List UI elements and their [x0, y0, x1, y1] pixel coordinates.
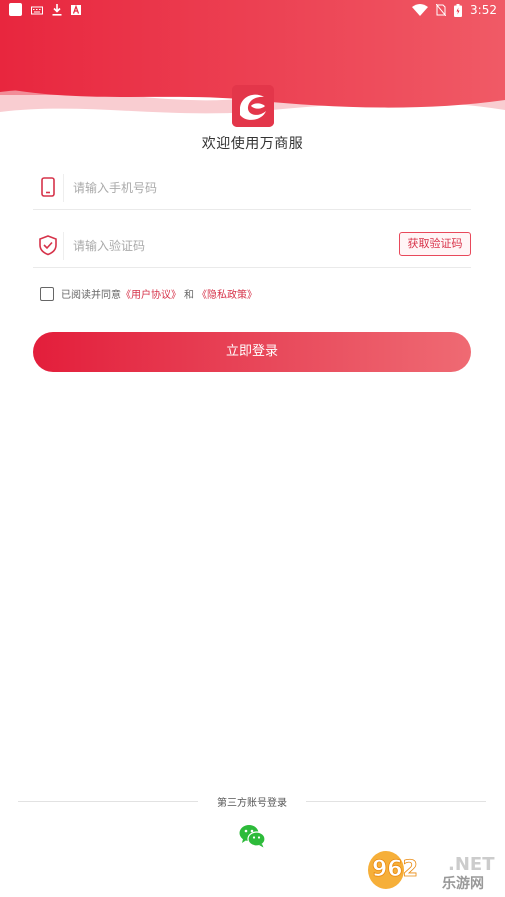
watermark-suffix: .NET: [448, 854, 495, 875]
keyboard-icon: [31, 6, 43, 14]
login-button[interactable]: 立即登录: [33, 332, 471, 372]
phone-input-row: [33, 168, 471, 210]
watermark-site-name: 乐游网: [442, 875, 484, 892]
agreement-row: 已阅读并同意 《用户协议》 和 《隐私政策》: [40, 286, 257, 301]
app-logo: [232, 85, 274, 127]
agreement-prefix: 已阅读并同意: [61, 290, 121, 301]
privacy-policy-link[interactable]: 《隐私政策》: [197, 286, 257, 301]
shield-check-icon: [39, 235, 57, 256]
phone-number-input[interactable]: [73, 174, 373, 202]
wechat-icon[interactable]: [239, 824, 266, 848]
divider-line-right: [306, 801, 486, 802]
watermark-number: 962: [372, 857, 418, 882]
phone-icon: [41, 177, 55, 197]
status-bar: 3:52: [0, 0, 505, 22]
site-watermark: 962 .NET 乐游网: [366, 848, 500, 893]
verification-code-input[interactable]: [73, 232, 373, 260]
no-sim-icon: [436, 4, 447, 16]
get-code-button[interactable]: 获取验证码: [399, 232, 471, 256]
code-input-row: 获取验证码: [33, 226, 471, 268]
third-party-login-divider: 第三方账号登录: [18, 794, 486, 809]
app-title: 欢迎使用万商服: [201, 136, 304, 152]
battery-icon: [454, 3, 463, 17]
download-icon: [52, 3, 62, 16]
user-agreement-link[interactable]: 《用户协议》: [121, 286, 181, 301]
input-divider: [63, 232, 64, 260]
input-divider: [63, 174, 64, 202]
notification-square-icon: [9, 3, 22, 16]
wifi-icon: [412, 4, 429, 16]
agreement-checkbox[interactable]: [40, 286, 54, 301]
font-icon: [71, 4, 81, 15]
agreement-and: 和: [184, 290, 194, 301]
status-time: 3:52: [470, 3, 497, 17]
